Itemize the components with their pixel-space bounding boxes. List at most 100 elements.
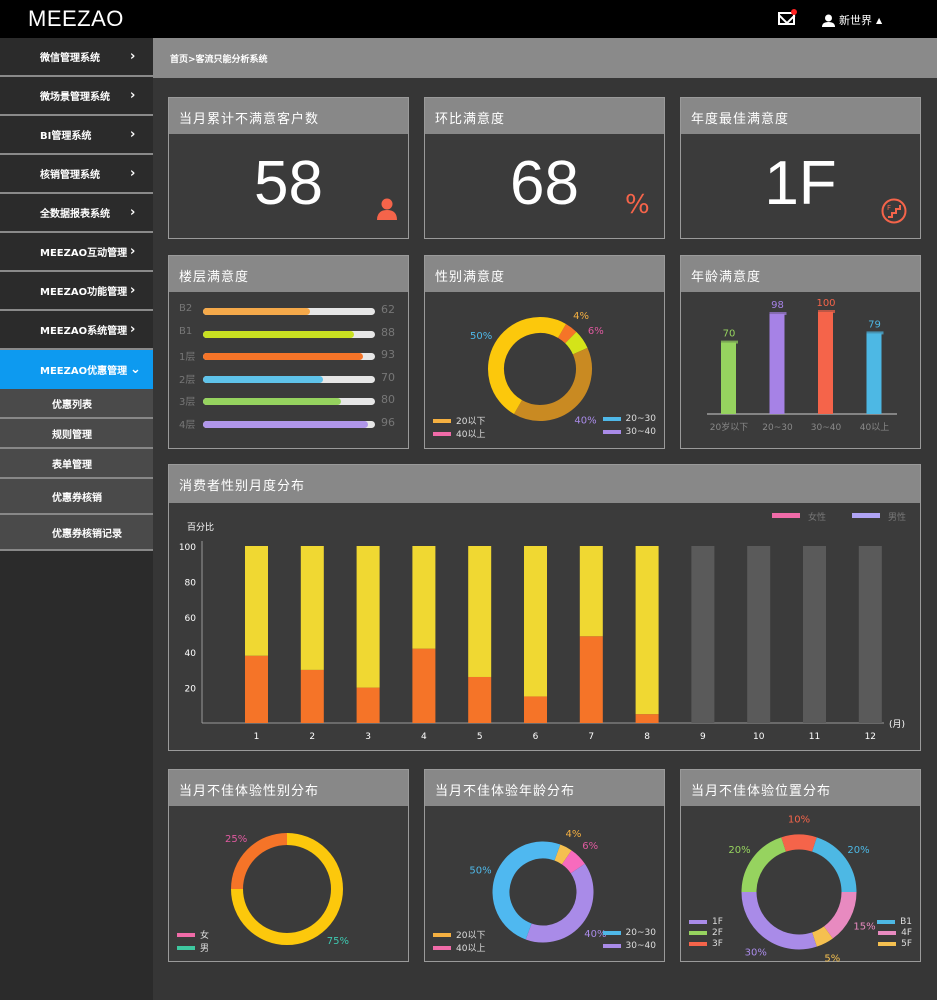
x-tick-label: 12 bbox=[865, 732, 876, 742]
legend-label: 女性 bbox=[808, 511, 826, 523]
donut-segment bbox=[488, 317, 566, 415]
bar-top bbox=[818, 310, 835, 313]
donut-segment bbox=[781, 834, 817, 852]
sidebar-item-label: MEEZAO功能管理 bbox=[40, 287, 128, 298]
x-tick-label: 9 bbox=[700, 732, 706, 742]
empty-bar bbox=[803, 546, 826, 723]
y-tick-label: 100 bbox=[179, 543, 196, 553]
sidebar-subitem[interactable]: 优惠列表 bbox=[0, 389, 153, 419]
card-title: 环比满意度 bbox=[425, 98, 664, 134]
legend-swatch bbox=[177, 945, 195, 950]
floor-bar-fill bbox=[203, 308, 310, 315]
x-tick-label: 11 bbox=[809, 732, 820, 742]
bar-value-label: 98 bbox=[771, 300, 784, 311]
user-name: 新世界 bbox=[839, 14, 872, 27]
bar bbox=[818, 312, 833, 414]
legend-swatch bbox=[602, 944, 621, 948]
segment-label: 10% bbox=[788, 815, 810, 826]
chevron-down-icon: ⌄ bbox=[130, 362, 141, 377]
user-menu[interactable]: 新世界 ▲ bbox=[822, 12, 882, 28]
bar-male bbox=[300, 546, 324, 670]
legend-swatch bbox=[433, 431, 451, 436]
bar-female bbox=[468, 676, 492, 723]
sidebar-subitem[interactable]: 规则管理 bbox=[0, 419, 153, 449]
legend-label: 1F bbox=[712, 917, 723, 927]
floor-bar-fill bbox=[203, 375, 324, 383]
legend-label: 40以上 bbox=[456, 430, 486, 440]
bar-male bbox=[412, 546, 436, 649]
segment-label: 5% bbox=[824, 953, 840, 962]
floor-bar-track bbox=[203, 353, 375, 360]
sidebar-item[interactable]: 微信管理系统 › bbox=[0, 38, 153, 77]
legend-item: 30~40 bbox=[602, 427, 656, 437]
sidebar-item[interactable]: MEEZAO互动管理 › bbox=[0, 233, 153, 272]
chevron-right-icon: › bbox=[130, 322, 136, 337]
floor-label: B1 bbox=[179, 325, 193, 337]
age-satisfaction-card: 年龄满意度 70 20岁以下 98 20~30 100 30~40 79 40以上 bbox=[680, 255, 921, 449]
sidebar-item[interactable]: 微场景管理系统 › bbox=[0, 77, 153, 116]
empty-bar bbox=[858, 546, 882, 723]
chevron-right-icon: › bbox=[130, 88, 136, 103]
card-title: 楼层满意度 bbox=[169, 256, 408, 292]
legend-label: 30~40 bbox=[625, 427, 656, 437]
segment-label: 6% bbox=[588, 326, 604, 337]
bad-exp-age-card: 当月不佳体验年龄分布 4% 6% 40% 50% 20以下 40以上 20~30 30~40 bbox=[424, 769, 665, 962]
bar bbox=[866, 333, 882, 414]
donut-segment bbox=[514, 347, 592, 421]
x-tick-label: 10 bbox=[753, 732, 765, 742]
sidebar-subitem[interactable]: 优惠券核销记录 bbox=[0, 515, 153, 551]
sidebar-item[interactable]: 核销管理系统 › bbox=[0, 155, 153, 194]
x-tick-label: 8 bbox=[644, 732, 650, 742]
stacked-bar-chart: 百分比(月)204060801001 2 3 4 5 6 7 8 9 10 11 12女性 男性 bbox=[179, 511, 906, 742]
floor-label: 4层 bbox=[179, 419, 196, 431]
sidebar-item[interactable]: BI管理系统 › bbox=[0, 116, 153, 155]
legend-swatch bbox=[433, 932, 451, 937]
legend-item: 2F bbox=[689, 928, 723, 938]
sidebar-subitem[interactable]: 表单管理 bbox=[0, 449, 153, 479]
y-tick-label: 80 bbox=[185, 578, 197, 588]
legend-item: 40以上 bbox=[433, 941, 485, 954]
stairs-icon: F bbox=[881, 198, 907, 224]
empty-bar bbox=[747, 546, 771, 723]
bar-male bbox=[245, 546, 268, 656]
sidebar-item[interactable]: MEEZAO功能管理 › bbox=[0, 272, 153, 311]
legend-label: 女 bbox=[200, 931, 210, 941]
card-title: 当月累计不满意客户数 bbox=[169, 98, 408, 134]
floor-bar-fill bbox=[203, 398, 341, 405]
kpi-card-unsatisfied: 当月累计不满意客户数 58 bbox=[168, 97, 409, 239]
legend-swatch bbox=[877, 920, 896, 924]
floor-value: 88 bbox=[381, 325, 395, 339]
legend-item: B1 bbox=[877, 917, 912, 927]
card-title: 当月不佳体验年龄分布 bbox=[425, 770, 664, 806]
legend-item: 4F bbox=[878, 928, 912, 938]
y-tick-label: 60 bbox=[185, 614, 197, 624]
donut-segment bbox=[554, 844, 572, 865]
segment-label: 75% bbox=[327, 936, 349, 947]
sidebar-item[interactable]: 全数据报表系统 › bbox=[0, 194, 153, 233]
donut-segment bbox=[231, 833, 288, 890]
sidebar-item[interactable]: MEEZAO系统管理 › bbox=[0, 311, 153, 350]
sidebar: 微信管理系统 › 微场景管理系统 › BI管理系统 › 核销管理系统 › 全数据报表系统 › MEE… bbox=[0, 38, 153, 1000]
legend-swatch bbox=[433, 945, 451, 950]
sidebar-item[interactable]: MEEZAO优惠管理 ⌄ bbox=[0, 350, 153, 389]
legend-swatch bbox=[602, 931, 621, 935]
breadcrumb: 首页>客流只能分析系统 bbox=[153, 38, 937, 78]
notification-dot bbox=[791, 9, 797, 15]
segment-label: 4% bbox=[565, 829, 581, 840]
donut-segment bbox=[811, 837, 857, 893]
floor-bar-track bbox=[203, 420, 375, 428]
legend-label: B1 bbox=[900, 917, 912, 927]
svg-text:F: F bbox=[887, 204, 891, 212]
donut-segment bbox=[823, 891, 857, 939]
legend-item: 女 bbox=[177, 928, 209, 941]
segment-label: 6% bbox=[582, 841, 598, 852]
bar bbox=[769, 314, 785, 414]
legend-item: 20以下 bbox=[433, 414, 485, 427]
sidebar-item-label: MEEZAO系统管理 bbox=[40, 326, 128, 337]
card-title: 年龄满意度 bbox=[681, 256, 920, 292]
floor-value: 96 bbox=[381, 415, 395, 429]
legend-item: 20以下 bbox=[433, 928, 485, 941]
y-axis-title: 百分比 bbox=[187, 521, 214, 533]
sidebar-subitem[interactable]: 优惠券核销 bbox=[0, 479, 153, 515]
segment-label: 25% bbox=[225, 834, 247, 845]
